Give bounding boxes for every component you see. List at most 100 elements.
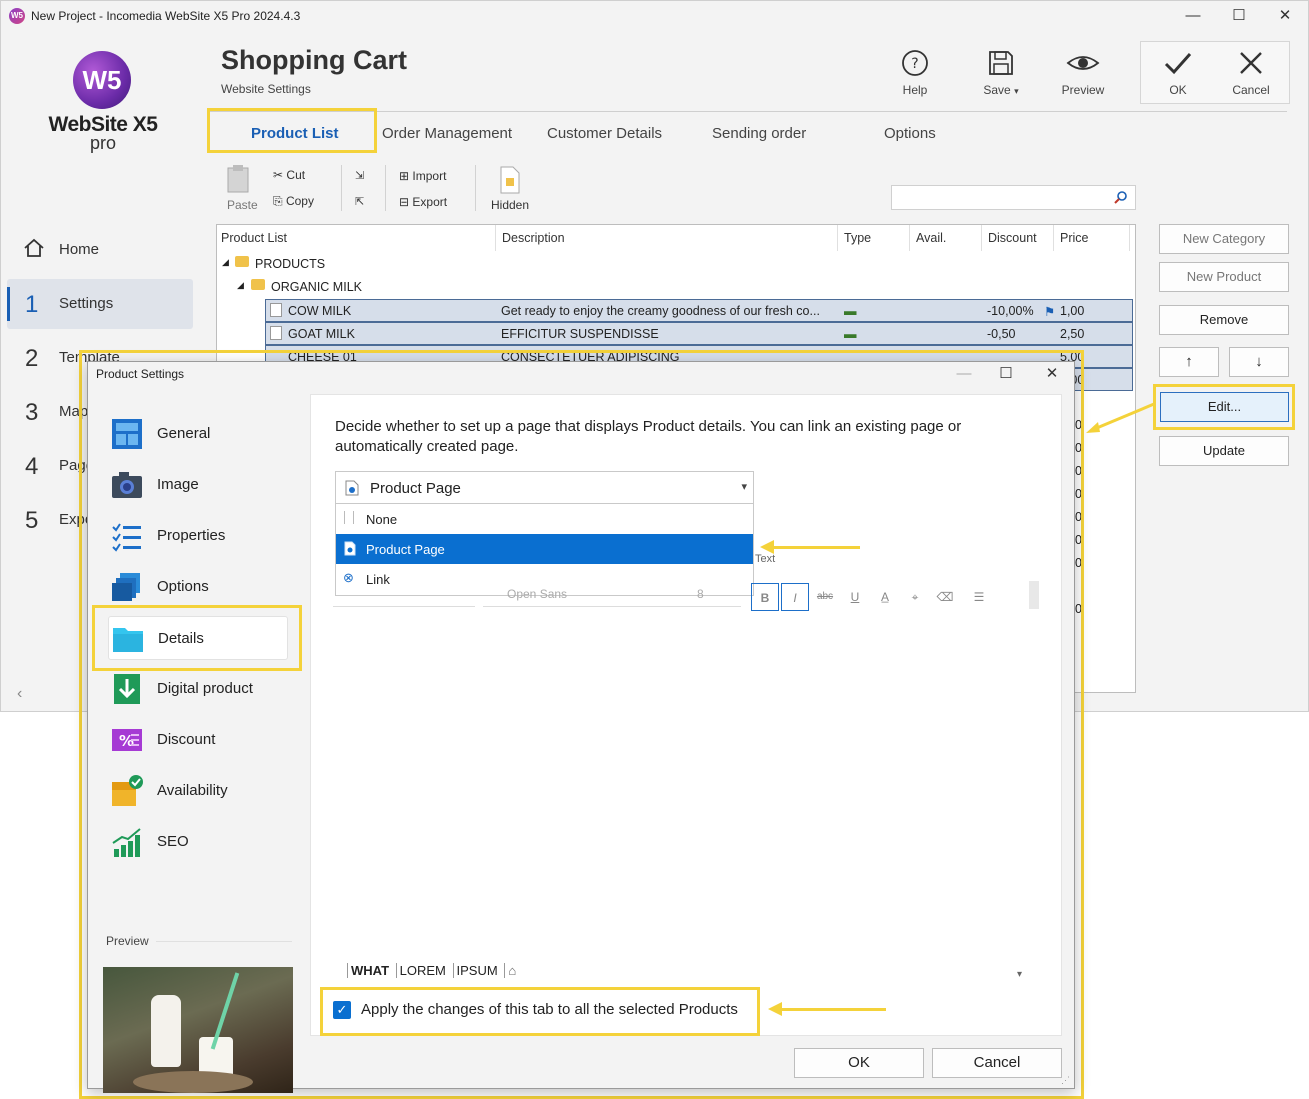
close-button[interactable]: ✕: [1269, 5, 1301, 27]
dialog-item-label: Digital product: [157, 680, 253, 697]
export-button[interactable]: ⊟ Export: [399, 195, 447, 209]
growth-chart-icon: [112, 828, 141, 857]
bold-button[interactable]: B: [751, 583, 779, 611]
strikethrough-button[interactable]: abc: [811, 583, 839, 611]
cut-button[interactable]: ✂ Cut: [273, 168, 305, 182]
dialog-title: Product Settings: [96, 367, 185, 381]
column-header[interactable]: Description: [502, 231, 565, 245]
product-page-icon: [344, 541, 356, 556]
font-select[interactable]: Open Sans 8: [483, 585, 741, 607]
dialog-item-options[interactable]: Options: [108, 565, 288, 609]
dialog-item-digital-product[interactable]: Digital product: [108, 667, 288, 711]
ok-button[interactable]: OK: [1148, 49, 1208, 97]
column-header[interactable]: Type: [844, 231, 871, 245]
search-icon[interactable]: [1113, 190, 1129, 206]
move-up-button[interactable]: ↑: [1159, 347, 1219, 377]
indent-icon[interactable]: ⇲: [355, 169, 364, 182]
dialog-cancel-button[interactable]: Cancel: [932, 1048, 1062, 1078]
dialog-minimize-button[interactable]: —: [948, 363, 980, 385]
product-page-icon: [345, 480, 359, 496]
nav-collapse-icon[interactable]: ‹: [17, 685, 22, 703]
option-callout-line: [770, 546, 860, 549]
option-product-page[interactable]: Product Page: [336, 534, 753, 564]
update-button[interactable]: Update: [1159, 436, 1289, 466]
font-color-icon[interactable]: A̲: [871, 583, 899, 611]
eye-icon: [1066, 56, 1100, 70]
resize-grip-icon[interactable]: ⋰: [1061, 1075, 1070, 1086]
tag-item[interactable]: LOREM: [395, 963, 449, 978]
dialog-ok-button[interactable]: OK: [794, 1048, 924, 1078]
table-row[interactable]: GOAT MILK EFFICITUR SUSPENDISSE ▬ -0,50 …: [265, 322, 1133, 345]
preview-button[interactable]: Preview: [1053, 49, 1113, 97]
tag-add-icon[interactable]: ⌂: [504, 963, 520, 978]
copy-button[interactable]: ⎘ Copy: [273, 194, 314, 209]
highlight-icon[interactable]: ⌖: [901, 583, 929, 611]
product-icon: [270, 303, 282, 317]
tag-dropdown-icon[interactable]: ▾: [1017, 969, 1022, 980]
dialog-item-discount[interactable]: % Discount: [108, 718, 288, 762]
remove-button[interactable]: Remove: [1159, 305, 1289, 335]
cancel-button[interactable]: Cancel: [1221, 49, 1281, 97]
option-callout-arrowhead: [760, 540, 774, 554]
dialog-item-seo[interactable]: SEO: [108, 820, 288, 864]
minimize-button[interactable]: —: [1177, 5, 1209, 27]
column-header[interactable]: Avail.: [916, 231, 946, 245]
style-select[interactable]: [333, 585, 475, 607]
tag-item[interactable]: IPSUM: [452, 963, 501, 978]
copy-label: Copy: [285, 194, 314, 208]
paste-button[interactable]: [223, 163, 253, 196]
move-down-button[interactable]: ↓: [1229, 347, 1289, 377]
help-button[interactable]: ? Help: [885, 49, 945, 97]
hidden-button[interactable]: [499, 165, 521, 198]
dialog-item-general[interactable]: General: [108, 412, 288, 456]
eraser-icon[interactable]: ⌫: [931, 583, 959, 611]
save-dropdown-icon[interactable]: ▾: [1014, 86, 1019, 96]
table-row[interactable]: COW MILK Get ready to enjoy the creamy g…: [265, 299, 1133, 322]
new-product-button[interactable]: New Product: [1159, 262, 1289, 292]
maximize-button[interactable]: ☐: [1223, 5, 1255, 27]
italic-button[interactable]: I: [781, 583, 809, 611]
outdent-icon[interactable]: ⇱: [355, 195, 364, 208]
tab-sending-order[interactable]: Sending order: [712, 125, 806, 142]
none-icon: [344, 511, 354, 524]
tab-customer-details[interactable]: Customer Details: [547, 125, 662, 142]
edit-button-highlight: [1153, 384, 1295, 430]
export-label: Export: [412, 195, 448, 209]
column-header[interactable]: Product List: [221, 231, 287, 245]
list-icon[interactable]: ☰: [965, 583, 993, 611]
underline-button[interactable]: U: [841, 583, 869, 611]
expand-icon[interactable]: ◢: [222, 257, 229, 268]
search-input[interactable]: [891, 185, 1136, 210]
general-icon: [112, 419, 142, 449]
category-row[interactable]: ◢ PRODUCTS: [217, 253, 1135, 276]
new-category-button[interactable]: New Category: [1159, 224, 1289, 254]
dialog-close-button[interactable]: ✕: [1036, 363, 1068, 385]
toolbar-separator: [475, 165, 476, 211]
nav-item-home[interactable]: Home: [7, 225, 193, 275]
dialog-item-image[interactable]: Image: [108, 463, 288, 507]
dialog-item-availability[interactable]: Availability: [108, 769, 288, 813]
tab-options[interactable]: Options: [884, 125, 936, 142]
save-button[interactable]: Save ▾: [971, 49, 1031, 97]
checkbox-callout-arrowhead: [768, 1002, 782, 1016]
details-item-highlight: [92, 605, 302, 671]
chevron-down-icon[interactable]: ▾: [741, 480, 747, 493]
product-list-tab-highlight: [207, 108, 377, 153]
subcategory-row[interactable]: ◢ ORGANIC MILK: [217, 276, 1135, 299]
tag-item[interactable]: WHAT: [347, 963, 393, 978]
expand-icon[interactable]: ◢: [237, 280, 244, 291]
dialog-maximize-button[interactable]: ☐: [990, 363, 1022, 385]
hidden-label: Hidden: [491, 198, 530, 212]
product-name: COW MILK: [288, 304, 352, 318]
column-header[interactable]: Discount: [988, 231, 1037, 245]
svg-text:?: ?: [911, 56, 918, 72]
tab-order-management[interactable]: Order Management: [382, 125, 512, 142]
toolbar-expand-icon[interactable]: [1029, 581, 1039, 609]
nav-item-settings[interactable]: 1 Settings: [7, 279, 193, 329]
import-button[interactable]: ⊞ Import: [399, 169, 446, 183]
page-type-select[interactable]: Product Page ▾: [335, 471, 754, 504]
dialog-item-properties[interactable]: Properties: [108, 514, 288, 558]
house-icon: [24, 238, 44, 257]
column-header[interactable]: Price: [1060, 231, 1088, 245]
option-none[interactable]: None: [336, 504, 753, 534]
